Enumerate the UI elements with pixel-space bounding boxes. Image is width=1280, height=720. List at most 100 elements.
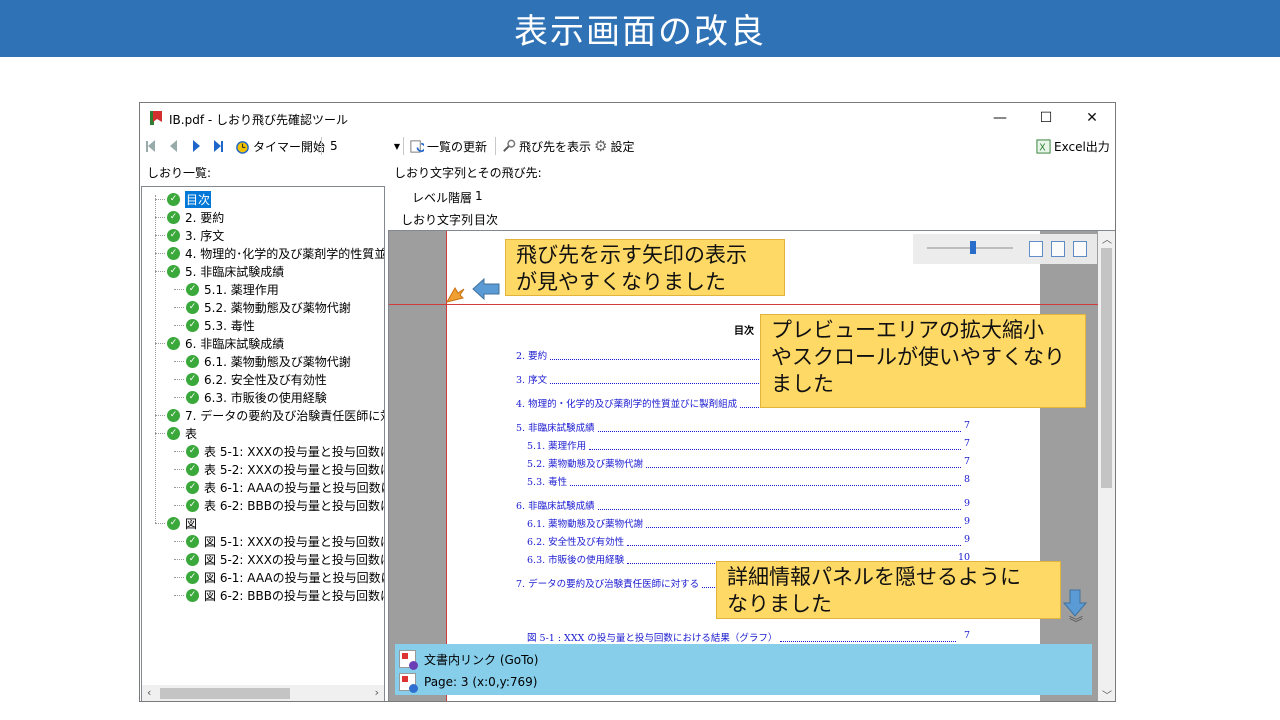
check-icon: ✓ xyxy=(186,570,199,584)
interval-value: 5 xyxy=(330,139,338,153)
tree-item[interactable]: ✓ 表 6-2: BBBの投与量と投与回数にお xyxy=(174,496,384,514)
toc-entry[interactable]: 2. 要約 xyxy=(516,348,547,362)
tree-guide-line xyxy=(155,199,165,200)
bookmark-app-icon xyxy=(150,111,162,125)
toc-entry[interactable]: 3. 序文 xyxy=(516,372,547,386)
zoom-slider[interactable] xyxy=(927,241,1013,254)
tree-item[interactable]: ✓ 図 xyxy=(155,514,198,532)
scroll-right-icon: › xyxy=(374,686,379,699)
show-target-label: 飛び先を表示 xyxy=(519,139,592,154)
arrow-down-icon[interactable] xyxy=(1063,589,1087,617)
toc-entry[interactable]: 5.3. 毒性 xyxy=(527,474,567,488)
tree-item[interactable]: ✓ 6.1. 薬物動態及び薬物代謝 xyxy=(174,352,351,370)
tree-item[interactable]: ✓ 図 5-2: XXXの投与量と投与回数にお xyxy=(174,550,384,568)
gear-icon: ⚙ xyxy=(594,137,608,155)
tree-guide-line xyxy=(155,253,165,254)
tree-item[interactable]: ✓ 3. 序文 xyxy=(155,226,224,244)
interval-select[interactable]: 5 ▼ xyxy=(326,135,400,157)
check-icon: ✓ xyxy=(186,480,199,494)
tree-item[interactable]: ✓ 表 5-2: XXXの投与量と投与回数にお xyxy=(174,460,384,478)
toc-entry[interactable]: 6. 非臨床試験成績 xyxy=(516,498,595,512)
bookmark-tree[interactable]: ‹ › ✓ 目次 ✓ 2. 要約 ✓ 3. 序文 ✓ 4. 物理的･化学的及び薬剤学的性質並 ✓… xyxy=(141,186,385,701)
tree-item-label: 目次 xyxy=(185,190,212,208)
horizontal-scrollbar[interactable]: ‹ › xyxy=(142,685,384,701)
timer-start-label: タイマー開始 xyxy=(253,139,326,154)
tree-item[interactable]: ✓ 2. 要約 xyxy=(155,208,224,226)
pdf-page: 目次 2. 要約 3. 序文 4. 物理的・化学的及び薬剤学的性質並びに製剤組成 5.… xyxy=(446,231,1040,701)
tree-item[interactable]: ✓ 図 5-1: XXXの投与量と投与回数にお xyxy=(174,532,384,550)
excel-export-button[interactable]: X Excel出力 xyxy=(1036,135,1110,157)
vertical-scrollbar-thumb[interactable] xyxy=(1101,248,1112,488)
timer-start-button[interactable]: タイマー開始 xyxy=(235,135,325,157)
toc-entry[interactable]: 7. データの要約及び治験責任医師に対する xyxy=(516,576,699,590)
check-icon: ✓ xyxy=(167,228,180,242)
refresh-list-button[interactable]: 一覧の更新 xyxy=(409,135,487,157)
toc-entry[interactable]: 6.3. 市販後の使用経験 xyxy=(527,552,624,566)
tree-item[interactable]: ✓ 表 xyxy=(155,424,197,442)
tree-item[interactable]: ✓ 5. 非臨床試験成績 xyxy=(155,262,284,280)
svg-text:X: X xyxy=(1039,142,1046,153)
tree-item-label: 表 6-1: AAAの投与量と投与回数にお xyxy=(204,480,385,495)
tree-item[interactable]: ✓ 6.2. 安全性及び有効性 xyxy=(174,370,327,388)
tree-item-label: 図 xyxy=(185,516,198,531)
level-key: レベル階層 xyxy=(412,191,473,205)
check-icon: ✓ xyxy=(186,318,199,332)
toc-page-number: 7 xyxy=(964,438,971,449)
close-button[interactable]: ✕ xyxy=(1069,103,1115,133)
last-button[interactable] xyxy=(214,135,223,157)
check-icon: ✓ xyxy=(186,588,199,602)
fit-height-button[interactable] xyxy=(1051,241,1065,257)
toc-entry[interactable]: 5. 非臨床試験成績 xyxy=(516,420,595,434)
tree-item[interactable]: ✓ 7. データの要約及び治験責任医師に対す xyxy=(155,406,384,424)
target-arrow-icon xyxy=(445,287,465,303)
toc-entry[interactable]: 5.1. 薬理作用 xyxy=(527,438,586,452)
fit-width-button[interactable] xyxy=(1073,241,1087,257)
tree-item-label: 図 6-1: AAAの投与量と投与回数にお xyxy=(204,570,385,585)
toc-entry[interactable]: 図 5-1 : XXX の投与量と投与回数における結果（グラフ） xyxy=(527,630,777,644)
destination-row: Page: 3 (x:0,y:769) xyxy=(399,672,538,693)
tree-item[interactable]: ✓ 表 5-1: XXXの投与量と投与回数にお xyxy=(174,442,384,460)
toc-entry[interactable]: 6.2. 安全性及び有効性 xyxy=(527,534,624,548)
tree-item[interactable]: ✓ 表 6-1: AAAの投与量と投与回数にお xyxy=(174,478,385,496)
toc-page-number: 9 xyxy=(964,516,971,527)
next-button[interactable] xyxy=(193,135,200,157)
tree-item[interactable]: ✓ 目次 xyxy=(155,190,212,208)
collapse-panel-icon[interactable]: ︾ xyxy=(1069,617,1083,631)
tree-item-label: 6.3. 市販後の使用経験 xyxy=(204,390,327,405)
toc-leader-dots xyxy=(597,431,961,432)
vertical-scrollbar[interactable]: ︿ ﹀ xyxy=(1098,231,1115,701)
fit-page-button[interactable] xyxy=(1029,241,1043,257)
toc-entry[interactable]: 6.1. 薬物動態及び薬物代謝 xyxy=(527,516,643,530)
maximize-button[interactable]: ☐ xyxy=(1023,103,1069,133)
tree-guide-line xyxy=(174,451,184,452)
link-type-row: 文書内リンク (GoTo) xyxy=(399,649,538,670)
toc-entry[interactable]: 5.2. 薬物動態及び薬物代謝 xyxy=(527,456,643,470)
excel-export-label: Excel出力 xyxy=(1054,139,1110,154)
toc-leader-dots xyxy=(780,641,956,642)
settings-button[interactable]: ⚙ 設定 xyxy=(594,135,634,157)
tree-item[interactable]: ✓ 5.3. 毒性 xyxy=(174,316,255,334)
prev-button[interactable] xyxy=(170,135,177,157)
tree-item[interactable]: ✓ 5.2. 薬物動態及び薬物代謝 xyxy=(174,298,351,316)
check-icon: ✓ xyxy=(186,300,199,314)
tree-item[interactable]: ✓ 4. 物理的･化学的及び薬剤学的性質並 xyxy=(155,244,384,262)
preview-area[interactable]: 目次 2. 要約 3. 序文 4. 物理的・化学的及び薬剤学的性質並びに製剤組成 5.… xyxy=(388,230,1115,701)
tree-item[interactable]: ✓ 6. 非臨床試験成績 xyxy=(155,334,285,352)
tree-item[interactable]: ✓ 6.3. 市販後の使用経験 xyxy=(174,388,327,406)
tree-item-label: 6.1. 薬物動態及び薬物代謝 xyxy=(204,354,351,369)
title-bar: IB.pdf - しおり飛び先確認ツール — ☐ ✕ xyxy=(140,103,1115,133)
scroll-up-icon: ︿ xyxy=(1102,235,1112,246)
first-button[interactable] xyxy=(146,135,155,157)
show-target-button[interactable]: 飛び先を表示 xyxy=(501,135,591,157)
zoom-slider-thumb[interactable] xyxy=(970,241,976,254)
tree-item[interactable]: ✓ 図 6-2: BBBの投与量と投与回数にお xyxy=(174,586,384,604)
tree-item[interactable]: ✓ 図 6-1: AAAの投与量と投与回数にお xyxy=(174,568,385,586)
check-icon: ✓ xyxy=(167,426,180,440)
slide-title: 表示画面の改良 xyxy=(0,0,1280,57)
page-info-icon xyxy=(399,673,418,693)
tree-item-label: 6. 非臨床試験成績 xyxy=(185,336,285,351)
tree-item[interactable]: ✓ 5.1. 薬理作用 xyxy=(174,280,279,298)
minimize-button[interactable]: — xyxy=(977,103,1023,133)
toc-entry[interactable]: 4. 物理的・化学的及び薬剤学的性質並びに製剤組成 xyxy=(516,396,737,410)
scrollbar-thumb[interactable] xyxy=(160,688,290,699)
